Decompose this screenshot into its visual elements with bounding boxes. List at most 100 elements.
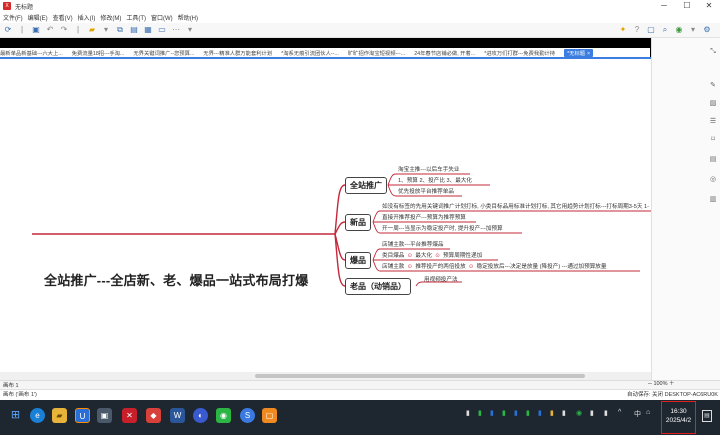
tab-active[interactable]: *无标题 × — [564, 48, 594, 57]
app-u-icon[interactable]: U — [75, 408, 90, 423]
tray-app-icon[interactable]: ▮ — [550, 409, 554, 417]
tray-app-icon[interactable]: ▮ — [538, 409, 542, 417]
app-circle-icon[interactable]: ◐ — [193, 408, 208, 423]
close-button[interactable]: ✕ — [698, 0, 720, 12]
tray-app-icon[interactable]: ▮ — [562, 409, 566, 417]
menu-file[interactable]: 文件(F) — [3, 13, 23, 22]
topic-icon[interactable]: ▭ — [157, 25, 167, 35]
expand-icon[interactable]: ⤡ — [709, 48, 717, 56]
network-icon[interactable]: ⌂ — [646, 409, 650, 416]
notification-icon[interactable]: ▤ — [702, 410, 712, 422]
leaf-text[interactable]: 店铺主款---平台推荐爆品 — [382, 240, 444, 248]
leaf-text[interactable]: 最大化 — [415, 253, 432, 259]
paste-icon[interactable]: ▤ — [129, 25, 139, 35]
leaf-text[interactable]: 如没有标签的先用关键词推广计划打标, 小类目标品用标准计划打标, 其它用趋势计划… — [382, 202, 649, 210]
leaf-text[interactable]: 预算周期性递加 — [443, 253, 482, 259]
tab-item[interactable]: 免费流量18招---手淘... — [72, 49, 125, 57]
menu-edit[interactable]: 编辑(E) — [28, 13, 48, 22]
tab-item[interactable]: *进攻万们打群---免费我勤计持 — [484, 49, 555, 57]
leaf-text[interactable]: 1、预算 2、投产比 3、最大化 — [398, 176, 472, 184]
settings-icon[interactable]: ⚙ — [702, 25, 712, 35]
leaf-text[interactable]: 直接开推荐投产---预算为推荐预算 — [382, 213, 466, 221]
more-icon[interactable]: ⋯ — [171, 25, 181, 35]
notes-app-icon[interactable]: ▣ — [97, 408, 112, 423]
task-icon[interactable]: ▥ — [709, 196, 717, 204]
menu-view[interactable]: 查看(V) — [53, 13, 73, 22]
word-icon[interactable]: W — [170, 408, 185, 423]
format-brush-icon[interactable]: ✎ — [709, 82, 717, 90]
search-icon[interactable]: ⌕ — [660, 25, 670, 35]
start-icon[interactable]: ⊞ — [8, 408, 23, 423]
explorer-icon[interactable]: ▰ — [52, 408, 67, 423]
zoom-control[interactable]: ─ 100% ＋ — [648, 380, 675, 389]
tray-app-icon[interactable]: ▮ — [590, 409, 594, 417]
chevron-down-icon[interactable]: ▾ — [101, 25, 111, 35]
mindmap-app-icon[interactable]: ✕ — [122, 408, 137, 423]
chevron-up-icon[interactable]: ^ — [618, 409, 621, 416]
tray-app-icon[interactable]: ▮ — [604, 409, 608, 417]
refresh-icon[interactable]: ⟳ — [3, 25, 13, 35]
leaf-text[interactable]: 推荐投产的两倍投放 — [415, 264, 465, 270]
tab-item[interactable]: 最新单品新基础---六大上... — [0, 49, 63, 57]
menu-modify[interactable]: 修改(M) — [100, 13, 121, 22]
sheet-tab[interactable]: 画布 1 — [3, 381, 19, 389]
leaf-text[interactable]: 优先投放平台推荐单品 — [398, 187, 454, 195]
menu-insert[interactable]: 插入(I) — [78, 13, 96, 22]
comment-icon[interactable]: ◎ — [709, 176, 717, 184]
topic-hot-product[interactable]: 爆品 — [345, 252, 371, 269]
tray-app-icon[interactable]: ▮ — [466, 409, 470, 417]
close-icon[interactable]: × — [587, 51, 590, 57]
topic-new-product[interactable]: 新品 — [345, 214, 371, 231]
wechat-icon[interactable]: ◉ — [216, 408, 231, 423]
menu-window[interactable]: 窗口(W) — [151, 13, 173, 22]
idea-icon[interactable]: ✦ — [618, 25, 628, 35]
scrollbar-thumb[interactable] — [255, 374, 585, 378]
clip-icon[interactable]: ⌑ — [709, 136, 717, 144]
leaf-text[interactable]: 类目爆品 — [382, 253, 404, 259]
leaf-text[interactable]: 用视频投产法 — [424, 275, 458, 283]
tray-app-icon[interactable]: ▮ — [502, 409, 506, 417]
minimize-button[interactable]: ─ — [653, 0, 675, 12]
chevron-down-icon[interactable]: ▾ — [688, 25, 698, 35]
tab-item[interactable]: *淘系无痕引流团伙人--... — [281, 49, 339, 57]
tab-item[interactable]: 24年春节店铺必做, 开着... — [414, 49, 475, 57]
copy-icon[interactable]: ⧉ — [115, 25, 125, 35]
mindmap-canvas[interactable]: 全站推广---全店新、老、爆品一站式布局打爆 全站推广 淘宝主推---以后车手失… — [0, 59, 651, 372]
menu-tools[interactable]: 工具(T) — [126, 13, 146, 22]
image-icon[interactable]: ▨ — [709, 100, 717, 108]
topic-old-product[interactable]: 老品（动销品） — [345, 278, 411, 295]
zoom-out-icon[interactable]: ─ — [648, 381, 652, 387]
outline-icon[interactable]: ☰ — [709, 118, 717, 126]
present-icon[interactable]: ▢ — [646, 25, 656, 35]
root-topic[interactable]: 全站推广---全店新、老、爆品一站式布局打爆 — [44, 270, 308, 289]
leaf-text[interactable]: 店铺主款 — [382, 264, 404, 270]
horizontal-scrollbar[interactable] — [0, 372, 651, 380]
edge-icon[interactable]: e — [30, 408, 45, 423]
browser-app-icon[interactable]: ◆ — [146, 408, 161, 423]
redo-icon[interactable]: ↷ — [59, 25, 69, 35]
undo-icon[interactable]: ↶ — [45, 25, 55, 35]
maximize-button[interactable]: ☐ — [676, 0, 698, 12]
notes-icon[interactable]: ▤ — [709, 156, 717, 164]
ime-indicator[interactable]: 中 — [634, 409, 641, 419]
tray-app-icon[interactable]: ▮ — [478, 409, 482, 417]
tray-app-icon[interactable]: ▮ — [514, 409, 518, 417]
tab-item[interactable]: 无界---精准人群万能套利计划 — [203, 49, 272, 57]
tray-wechat-icon[interactable]: ◉ — [576, 409, 582, 417]
menu-help[interactable]: 帮助(H) — [178, 13, 198, 22]
app-s-icon[interactable]: S — [240, 408, 255, 423]
format-icon[interactable]: ▦ — [143, 25, 153, 35]
app-orange-icon[interactable]: ▢ — [262, 408, 277, 423]
system-clock[interactable]: 16:30 2025/4/2 — [661, 401, 696, 434]
save-icon[interactable]: ▣ — [31, 25, 41, 35]
tab-item[interactable]: 无界关键词推广--您预算... — [133, 49, 194, 57]
leaf-text[interactable]: 开一周---当显示为稳定投产时, 提升投产---加预算 — [382, 224, 503, 232]
zoom-in-icon[interactable]: ＋ — [669, 381, 675, 387]
tray-app-icon[interactable]: ▮ — [490, 409, 494, 417]
tab-item[interactable]: 旷旷招作淘宝短视频---... — [348, 49, 405, 57]
topic-full-site[interactable]: 全站推广 — [345, 177, 387, 194]
chevron-down-icon[interactable]: ▾ — [185, 25, 195, 35]
help-icon[interactable]: ? — [632, 25, 642, 35]
tray-app-icon[interactable]: ▮ — [526, 409, 530, 417]
folder-icon[interactable]: ▰ — [87, 25, 97, 35]
